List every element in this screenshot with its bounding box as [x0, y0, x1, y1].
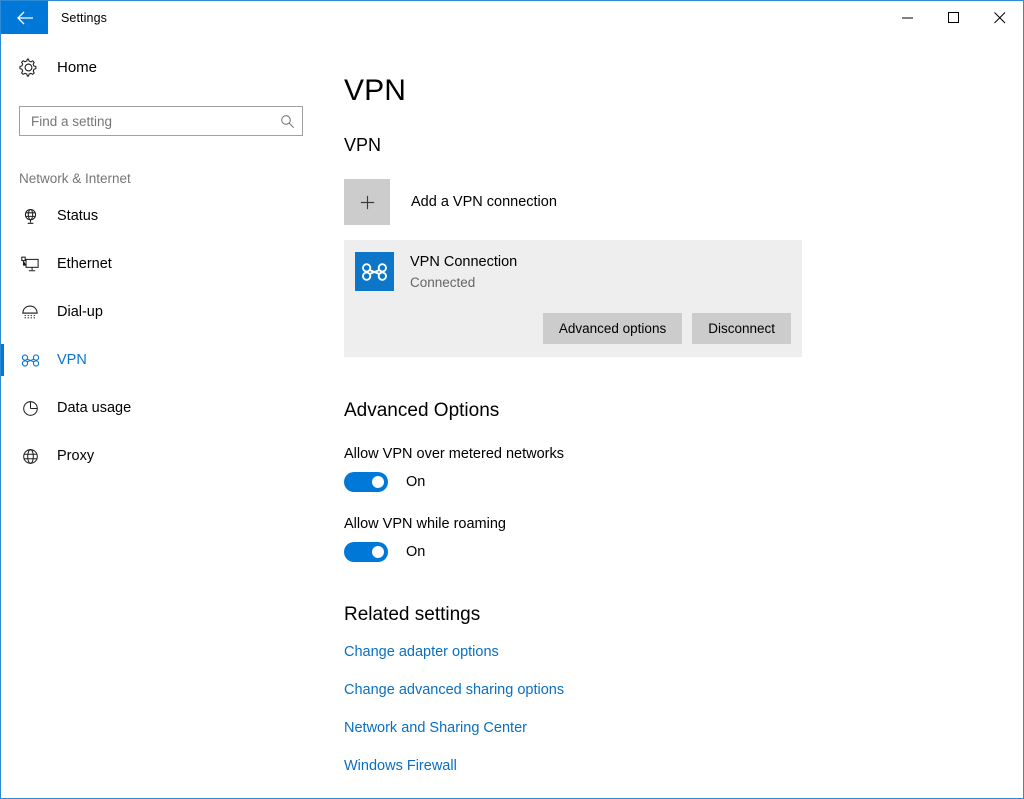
link-windows-firewall[interactable]: Windows Firewall [344, 758, 457, 774]
sidebar-item-data-usage[interactable]: Data usage [1, 384, 335, 432]
modem-icon [19, 304, 41, 321]
back-button[interactable] [1, 1, 48, 34]
disconnect-button[interactable]: Disconnect [692, 313, 791, 344]
toggle-roaming-state: On [406, 544, 426, 560]
vpn-connection-name: VPN Connection [410, 254, 518, 270]
window-title: Settings [61, 10, 107, 25]
related-settings-title: Related settings [344, 604, 481, 625]
maximize-button[interactable] [931, 1, 977, 34]
sidebar-category-label: Network & Internet [19, 171, 131, 186]
sidebar-item-vpn-label: VPN [57, 352, 87, 368]
minimize-button[interactable] [885, 1, 931, 34]
sidebar-item-home-label: Home [57, 59, 98, 76]
gear-icon [19, 58, 41, 77]
plus-icon [344, 179, 390, 225]
sidebar-nav: Status Ethernet Dial-up VPN Data usage P… [1, 192, 335, 480]
sidebar-item-proxy-label: Proxy [57, 448, 95, 464]
option-roaming-row: On [344, 542, 1023, 562]
vpn-knot-icon [355, 252, 394, 291]
caption-buttons [885, 1, 1023, 34]
sidebar-item-ethernet[interactable]: Ethernet [1, 240, 335, 288]
toggle-metered-networks[interactable] [344, 472, 388, 492]
pie-chart-icon [19, 400, 41, 417]
title-bar: Settings [1, 1, 1023, 34]
main-content: VPN VPN Add a VPN connection VPN Connect… [335, 34, 1023, 798]
settings-window: Settings Home Find a setting Network & I… [0, 0, 1024, 799]
link-network-and-sharing-center[interactable]: Network and Sharing Center [344, 720, 527, 736]
toggle-roaming[interactable] [344, 542, 388, 562]
vpn-connection-card[interactable]: VPN Connection Connected Advanced option… [344, 240, 802, 357]
vpn-knot-icon [19, 353, 41, 368]
vpn-group-title: VPN [344, 135, 382, 155]
link-change-adapter-options[interactable]: Change adapter options [344, 644, 499, 660]
option-roaming-label: Allow VPN while roaming [344, 516, 506, 532]
link-change-advanced-sharing-options[interactable]: Change advanced sharing options [344, 682, 564, 698]
sidebar-item-ethernet-label: Ethernet [57, 256, 112, 272]
close-icon [994, 11, 1006, 24]
option-metered-networks-row: On [344, 472, 1023, 492]
add-vpn-connection-label: Add a VPN connection [411, 194, 557, 210]
monitor-icon [19, 256, 41, 273]
page-title: VPN [344, 74, 406, 107]
sidebar: Home Network & Internet [1, 34, 335, 798]
sidebar-item-home[interactable]: Home [1, 47, 335, 88]
globe-stand-icon [19, 208, 41, 225]
sidebar-item-dialup-label: Dial-up [57, 304, 103, 320]
sidebar-item-proxy[interactable]: Proxy [1, 432, 335, 480]
sidebar-item-dialup[interactable]: Dial-up [1, 288, 335, 336]
vpn-connection-status: Connected [410, 275, 476, 290]
close-button[interactable] [977, 1, 1023, 34]
search-input[interactable] [20, 108, 272, 134]
option-metered-networks-label: Allow VPN over metered networks [344, 446, 564, 462]
window-body: Home Network & Internet [1, 34, 1023, 798]
vpn-connection-actions: Advanced options Disconnect [355, 313, 791, 344]
search-icon[interactable] [272, 114, 302, 129]
related-settings-links: Change adapter options Change advanced s… [344, 644, 1023, 774]
toggle-knob [372, 546, 384, 558]
sidebar-item-status-label: Status [57, 208, 99, 224]
sidebar-item-data-usage-label: Data usage [57, 400, 132, 416]
back-arrow-icon [16, 11, 34, 25]
advanced-options-title: Advanced Options [344, 400, 500, 421]
option-metered-networks: Allow VPN over metered networks On [344, 446, 1023, 492]
globe-icon [19, 448, 41, 465]
advanced-options-button[interactable]: Advanced options [542, 313, 683, 344]
maximize-icon [948, 11, 960, 24]
add-vpn-connection-button[interactable]: Add a VPN connection [344, 179, 802, 225]
option-roaming: Allow VPN while roaming On [344, 516, 1023, 562]
sidebar-item-vpn[interactable]: VPN [1, 336, 335, 384]
minimize-icon [902, 12, 914, 24]
sidebar-item-status[interactable]: Status [1, 192, 335, 240]
search-box[interactable] [19, 106, 303, 136]
vpn-connection-header: VPN Connection Connected [355, 252, 791, 292]
toggle-metered-networks-state: On [406, 474, 426, 490]
vpn-connection-texts: VPN Connection Connected [410, 252, 517, 292]
toggle-knob [372, 476, 384, 488]
